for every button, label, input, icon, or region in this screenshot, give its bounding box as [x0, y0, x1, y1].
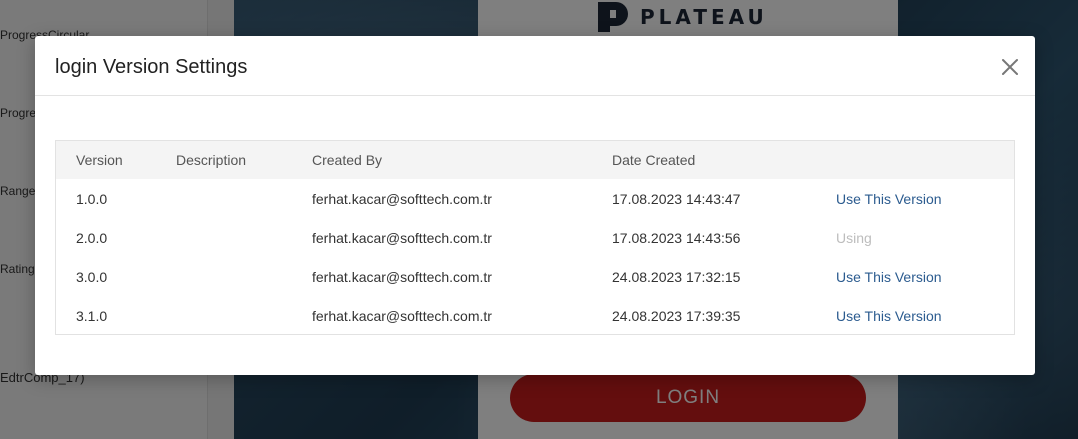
table-row: 1.0.0 ferhat.kacar@softtech.com.tr 17.08…: [56, 179, 1014, 218]
description-cell: [156, 179, 292, 218]
use-this-version-link[interactable]: Use This Version: [836, 308, 942, 324]
column-header-action: [816, 141, 1014, 179]
created-by-cell: ferhat.kacar@softtech.com.tr: [312, 307, 492, 324]
column-header-date-created: Date Created: [612, 152, 696, 168]
version-cell: 3.0.0: [76, 268, 108, 285]
version-cell: 1.0.0: [76, 190, 108, 207]
date-created-cell: 24.08.2023 17:39:35: [612, 307, 741, 324]
table-row: 3.1.0 ferhat.kacar@softtech.com.tr 24.08…: [56, 296, 1014, 335]
created-by-cell: ferhat.kacar@softtech.com.tr: [312, 190, 492, 207]
table-row: 2.0.0 ferhat.kacar@softtech.com.tr 17.08…: [56, 218, 1014, 257]
dialog-header: login Version Settings: [35, 36, 1035, 96]
description-cell: [156, 218, 292, 257]
versions-table: Version Description Created By Date Crea…: [55, 140, 1015, 335]
version-cell: 3.1.0: [76, 307, 108, 324]
created-by-cell: ferhat.kacar@softtech.com.tr: [312, 268, 492, 285]
use-this-version-link[interactable]: Use This Version: [836, 269, 942, 285]
version-cell: 2.0.0: [76, 229, 108, 246]
dialog-title: login Version Settings: [55, 56, 248, 78]
date-created-cell: 24.08.2023 17:32:15: [612, 268, 741, 285]
table-row: 3.0.0 ferhat.kacar@softtech.com.tr 24.08…: [56, 257, 1014, 296]
date-created-cell: 17.08.2023 14:43:56: [612, 229, 741, 246]
description-cell: [156, 296, 292, 335]
description-cell: [156, 257, 292, 296]
column-header-created-by: Created By: [312, 152, 383, 168]
close-icon[interactable]: [1001, 58, 1019, 76]
table-header-row: Version Description Created By Date Crea…: [56, 141, 1014, 179]
app-stage: ProgressCircular Progre Range Rating Edt…: [0, 0, 1078, 439]
column-header-description: Description: [176, 152, 247, 168]
using-status-label: Using: [836, 229, 872, 246]
created-by-cell: ferhat.kacar@softtech.com.tr: [312, 229, 492, 246]
date-created-cell: 17.08.2023 14:43:47: [612, 190, 741, 207]
version-settings-dialog: login Version Settings Version Descripti…: [35, 36, 1035, 375]
column-header-version: Version: [76, 152, 123, 168]
use-this-version-link[interactable]: Use This Version: [836, 191, 942, 207]
